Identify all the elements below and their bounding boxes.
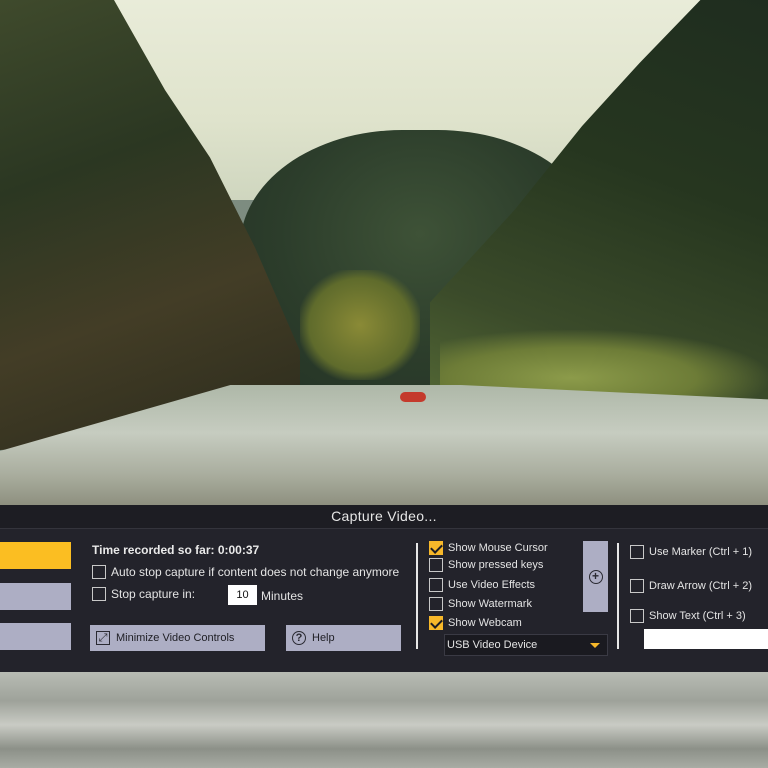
option-show-watermark[interactable]: Show Watermark — [429, 597, 532, 611]
river-rapids — [0, 672, 768, 768]
minimize-arrows-icon: ⤢ — [96, 631, 110, 645]
panel-title-bar[interactable]: Capture Video... — [0, 505, 768, 529]
show-pressed-keys-checkbox[interactable] — [429, 558, 443, 572]
show-mouse-cursor-checkbox[interactable] — [429, 541, 443, 555]
panel-title: Capture Video... — [331, 508, 437, 524]
overlay-text-input[interactable] — [644, 629, 768, 649]
minimize-controls-button[interactable]: ⤢ Minimize Video Controls — [90, 625, 265, 651]
chevron-down-icon — [590, 643, 600, 648]
stop-recording-button[interactable] — [0, 542, 71, 569]
divider-2 — [617, 543, 619, 649]
auto-stop-label: Auto stop capture if content does not ch… — [111, 565, 400, 579]
webcam-device-select[interactable]: USB Video Device — [444, 634, 608, 656]
minimize-controls-label: Minimize Video Controls — [116, 632, 235, 644]
use-marker-label: Use Marker (Ctrl + 1) — [649, 546, 752, 558]
raft — [400, 392, 426, 402]
capture-video-panel: Capture Video... Time recorded so far: 0… — [0, 505, 768, 672]
question-circle-icon: ? — [292, 631, 306, 645]
show-mouse-cursor-label: Show Mouse Cursor — [448, 542, 548, 554]
use-marker-checkbox[interactable] — [630, 545, 644, 559]
show-watermark-label: Show Watermark — [448, 598, 532, 610]
cancel-recording-button[interactable] — [0, 623, 71, 650]
add-option-button[interactable]: + — [583, 541, 608, 612]
option-show-text[interactable]: Show Text (Ctrl + 3) — [630, 609, 746, 623]
show-webcam-label: Show Webcam — [448, 617, 522, 629]
stop-capture-label: Stop capture in: — [111, 587, 196, 601]
show-watermark-checkbox[interactable] — [429, 597, 443, 611]
draw-arrow-label: Draw Arrow (Ctrl + 2) — [649, 580, 752, 592]
option-use-video-effects[interactable]: Use Video Effects — [429, 578, 535, 592]
divider-1 — [416, 543, 418, 649]
stop-minutes-input[interactable]: 10 — [228, 585, 257, 605]
stop-capture-checkbox[interactable] — [92, 587, 106, 601]
time-recorded-label: Time recorded so far: 0:00:37 — [92, 543, 260, 557]
option-draw-arrow[interactable]: Draw Arrow (Ctrl + 2) — [630, 579, 752, 593]
pause-recording-button[interactable] — [0, 583, 71, 610]
show-text-checkbox[interactable] — [630, 609, 644, 623]
auto-stop-option[interactable]: Auto stop capture if content does not ch… — [92, 565, 399, 579]
help-label: Help — [312, 632, 335, 644]
draw-arrow-checkbox[interactable] — [630, 579, 644, 593]
webcam-device-value: USB Video Device — [447, 639, 538, 651]
option-use-marker[interactable]: Use Marker (Ctrl + 1) — [630, 545, 752, 559]
minutes-label: Minutes — [261, 589, 304, 603]
plus-circle-icon: + — [588, 569, 603, 584]
use-video-effects-checkbox[interactable] — [429, 578, 443, 592]
help-button[interactable]: ? Help — [286, 625, 401, 651]
autumn-trees — [300, 270, 420, 380]
option-show-pressed-keys[interactable]: Show pressed keys — [429, 558, 543, 572]
show-text-label: Show Text (Ctrl + 3) — [649, 610, 746, 622]
use-video-effects-label: Use Video Effects — [448, 579, 536, 591]
stop-capture-option[interactable]: Stop capture in: — [92, 587, 195, 601]
show-webcam-checkbox[interactable] — [429, 616, 443, 630]
option-show-mouse-cursor[interactable]: Show Mouse Cursor — [429, 541, 548, 555]
auto-stop-checkbox[interactable] — [92, 565, 106, 579]
option-show-webcam[interactable]: Show Webcam — [429, 616, 522, 630]
show-pressed-keys-label: Show pressed keys — [448, 559, 544, 571]
